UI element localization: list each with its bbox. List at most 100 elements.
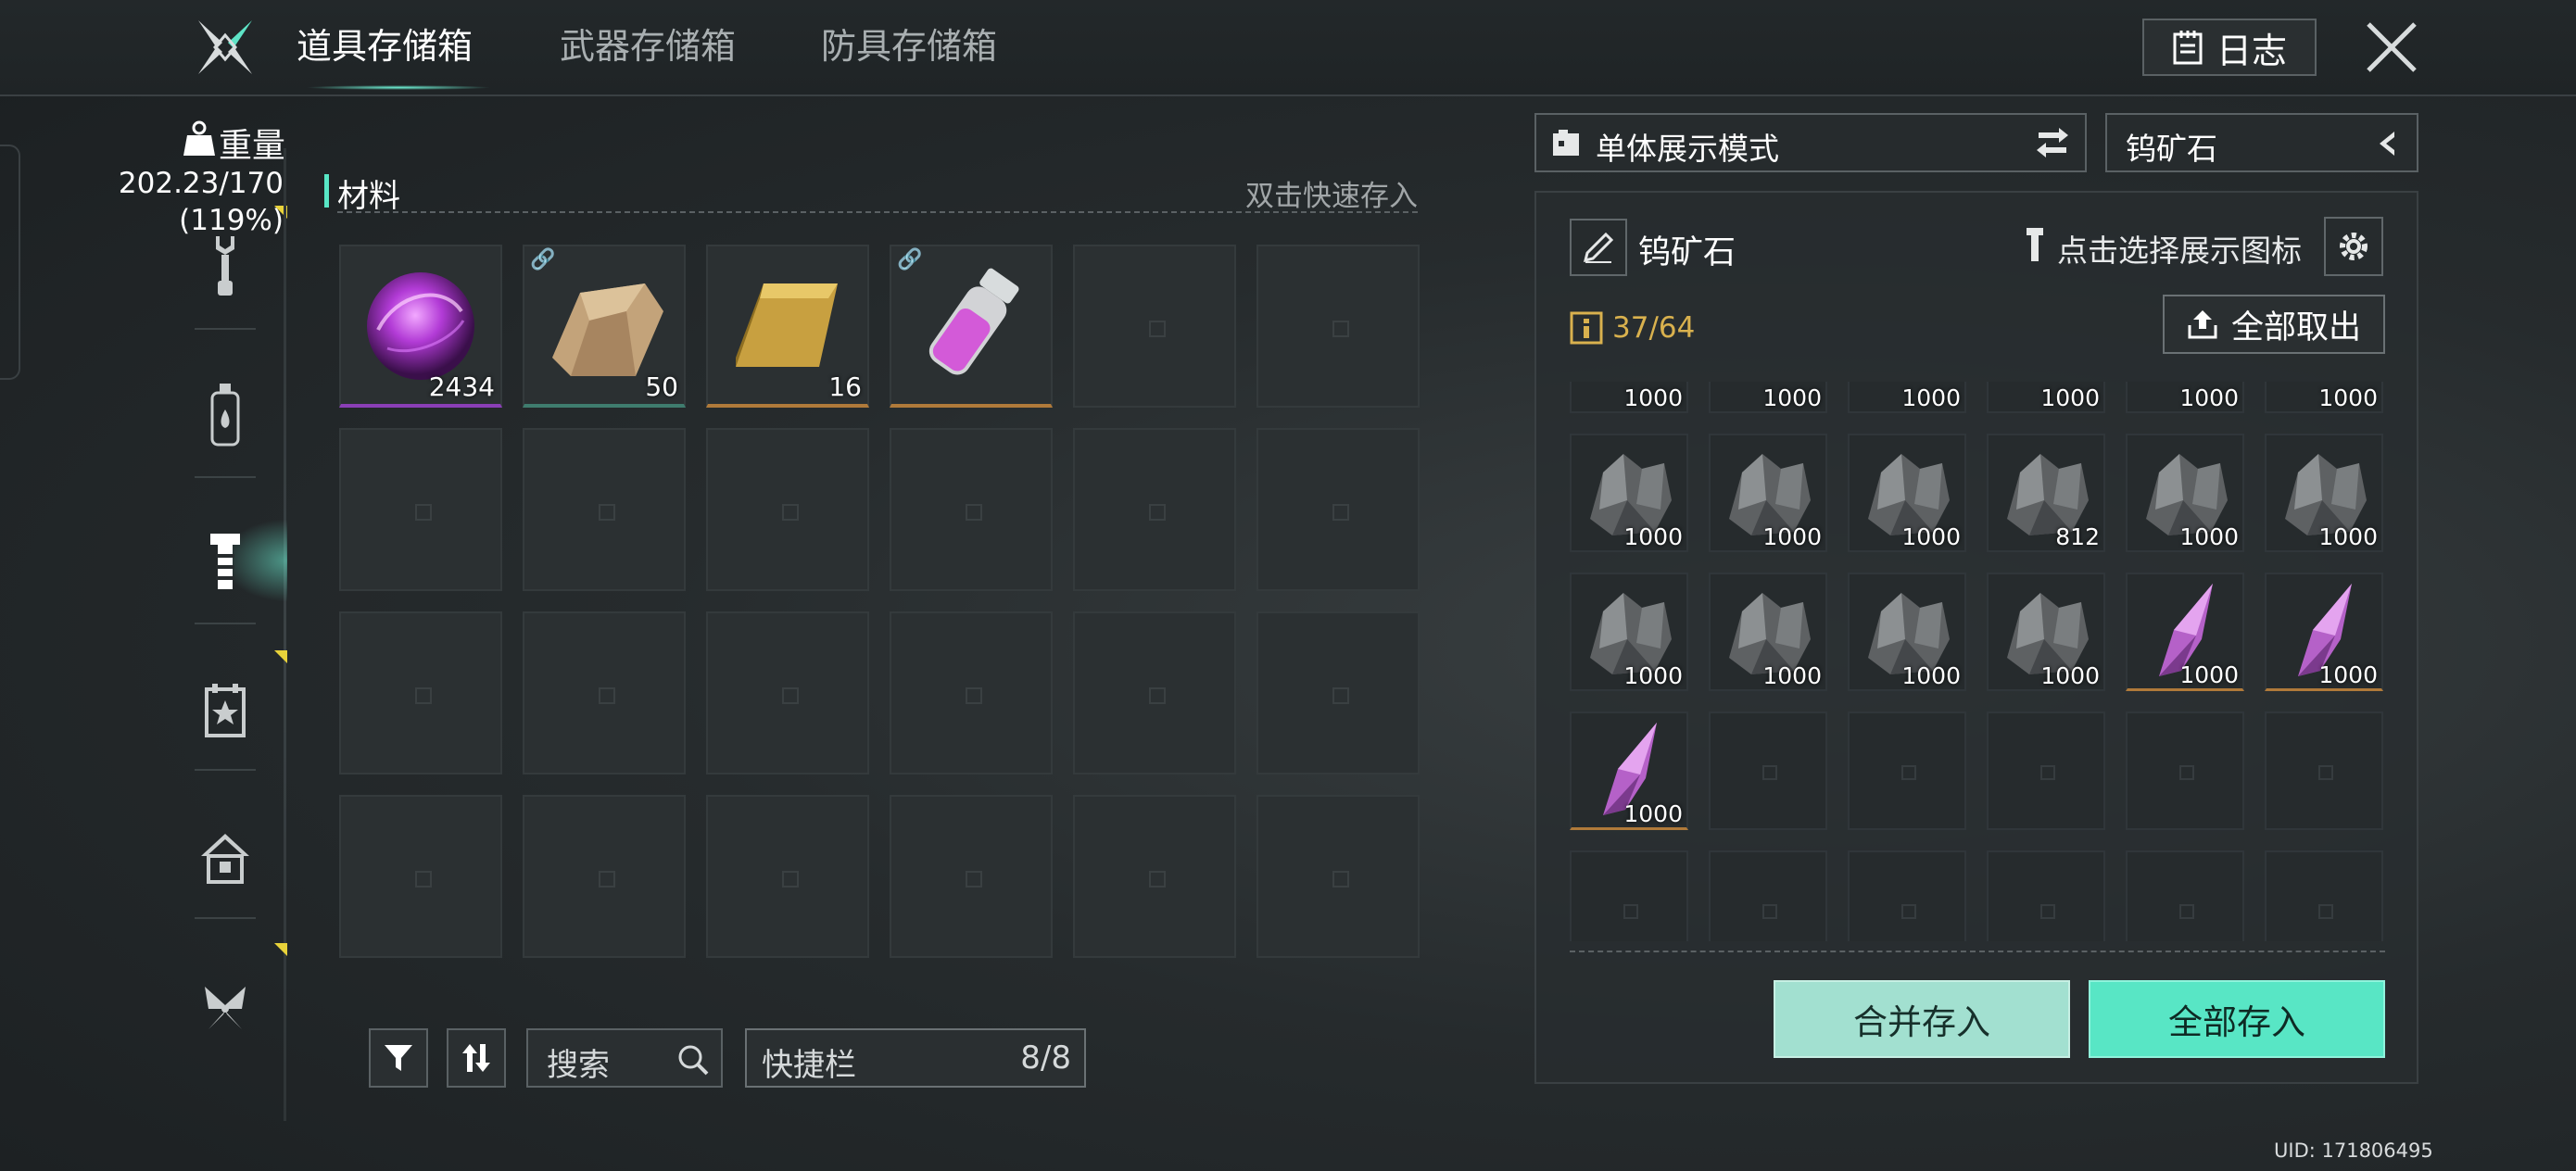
close-icon[interactable] — [2361, 17, 2422, 78]
merge-store-button[interactable]: 合并存入 — [1774, 980, 2070, 1058]
empty-slot[interactable] — [523, 611, 686, 774]
tab-item-storage[interactable]: 道具存储箱 — [297, 20, 473, 76]
storage-slot[interactable]: 1000 — [1570, 711, 1688, 830]
storage-slot[interactable]: 1000 — [1987, 382, 2105, 413]
item-filter-value: 钨矿石 — [2126, 131, 2217, 167]
item-quantity: 1000 — [1623, 800, 1683, 827]
store-all-button[interactable]: 全部存入 — [2089, 980, 2385, 1058]
tab-armor-storage[interactable]: 防具存储箱 — [821, 20, 997, 76]
bottle-icon — [210, 384, 240, 447]
inventory-slot[interactable]: 2434 — [339, 245, 502, 408]
item-quantity: 812 — [2055, 523, 2100, 550]
item-quantity: 50 — [645, 371, 678, 402]
display-mode-toggle[interactable]: 单体展示模式 — [1534, 113, 2087, 172]
scrolled-row — [1570, 850, 2385, 941]
inventory-slot[interactable]: 16 — [706, 245, 869, 408]
empty-slot[interactable] — [1987, 850, 2105, 941]
sidebar-item-consumables[interactable] — [185, 374, 265, 454]
empty-slot[interactable] — [339, 428, 502, 591]
inventory-slot[interactable]: 🔗 50 — [523, 245, 686, 408]
empty-slot[interactable] — [523, 795, 686, 958]
empty-slot[interactable] — [1256, 795, 1420, 958]
empty-slot[interactable] — [2265, 850, 2383, 941]
empty-slot[interactable] — [706, 795, 869, 958]
empty-slot[interactable] — [1848, 711, 1966, 830]
detail-divider — [1570, 951, 2385, 952]
item-quantity: 1000 — [2040, 662, 2100, 689]
search-input[interactable]: 搜索 — [526, 1028, 723, 1088]
item-quantity: 1000 — [1623, 523, 1683, 550]
storage-slot[interactable]: 812 — [1987, 434, 2105, 552]
empty-slot[interactable] — [339, 795, 502, 958]
storage-slot[interactable]: 1000 — [2265, 573, 2383, 691]
empty-slot[interactable] — [890, 428, 1053, 591]
quickbar-selector[interactable]: 快捷栏 8/8 — [745, 1028, 1086, 1088]
link-icon: 🔗 — [897, 248, 923, 271]
empty-slot[interactable] — [1256, 428, 1420, 591]
empty-slot[interactable] — [2126, 711, 2244, 830]
settings-button[interactable] — [2324, 217, 2383, 276]
empty-slot[interactable] — [706, 428, 869, 591]
empty-slot[interactable] — [523, 428, 686, 591]
empty-slot[interactable] — [706, 611, 869, 774]
sidebar-item-tools[interactable] — [185, 226, 265, 306]
item-filter-select[interactable]: 钨矿石 — [2105, 113, 2418, 172]
empty-slot[interactable] — [1073, 795, 1236, 958]
side-drawer-handle[interactable] — [0, 145, 20, 380]
sidebar-item-events[interactable] — [185, 671, 265, 750]
storage-slot[interactable]: 1000 — [1570, 382, 1688, 413]
storage-slot[interactable]: 1000 — [1709, 434, 1827, 552]
empty-slot[interactable] — [1073, 245, 1236, 408]
log-button[interactable]: 日志 — [2142, 19, 2317, 76]
storage-slot[interactable]: 1000 — [1709, 382, 1827, 413]
choose-display-icon-hint[interactable]: 点击选择展示图标 — [2057, 226, 2302, 271]
empty-slot[interactable] — [890, 795, 1053, 958]
event-card-icon — [205, 684, 246, 737]
empty-slot[interactable] — [1987, 711, 2105, 830]
filter-button[interactable] — [369, 1028, 428, 1088]
empty-slot[interactable] — [890, 611, 1053, 774]
storage-slot[interactable]: 1000 — [2126, 382, 2244, 413]
item-quantity: 1000 — [2318, 384, 2378, 411]
sort-icon — [462, 1044, 490, 1072]
empty-slot[interactable] — [1256, 611, 1420, 774]
new-item-marker — [274, 650, 287, 663]
empty-slot[interactable] — [1073, 611, 1236, 774]
sidebar-divider — [284, 148, 286, 1121]
sidebar-item-housing[interactable] — [185, 817, 265, 897]
empty-slot[interactable] — [2126, 850, 2244, 941]
storage-slot[interactable]: 1000 — [1848, 382, 1966, 413]
storage-slot[interactable]: 1000 — [1848, 434, 1966, 552]
take-all-button[interactable]: 全部取出 — [2163, 295, 2385, 354]
section-divider — [337, 211, 1418, 213]
empty-slot[interactable] — [2265, 711, 2383, 830]
sidebar-item-emblem[interactable] — [185, 967, 265, 1047]
sort-button[interactable] — [447, 1028, 506, 1088]
empty-slot[interactable] — [1709, 850, 1827, 941]
item-quantity: 1000 — [2179, 661, 2239, 688]
storage-slot[interactable]: 1000 — [1570, 573, 1688, 691]
inventory-slot[interactable]: 🔗 — [890, 245, 1053, 408]
storage-slot[interactable]: 1000 — [2126, 434, 2244, 552]
empty-slot[interactable] — [1073, 428, 1236, 591]
storage-slot[interactable]: 1000 — [2265, 434, 2383, 552]
storage-slot[interactable]: 1000 — [1848, 573, 1966, 691]
rename-button[interactable] — [1570, 219, 1627, 276]
item-quantity: 1000 — [1901, 523, 1961, 550]
tab-weapon-storage[interactable]: 武器存储箱 — [560, 20, 736, 76]
empty-slot[interactable] — [1848, 850, 1966, 941]
empty-slot[interactable] — [1570, 850, 1688, 941]
log-label: 日志 — [2216, 30, 2287, 71]
bolt-icon — [210, 534, 240, 589]
empty-slot[interactable] — [1709, 711, 1827, 830]
storage-slot[interactable]: 1000 — [2265, 382, 2383, 413]
sidebar-item-materials[interactable] — [185, 523, 265, 602]
storage-slot[interactable]: 1000 — [2126, 573, 2244, 691]
item-quantity: 16 — [828, 371, 862, 402]
empty-slot[interactable] — [339, 611, 502, 774]
storage-slot[interactable]: 1000 — [1570, 434, 1688, 552]
item-quantity: 1000 — [1623, 384, 1683, 411]
storage-slot[interactable]: 1000 — [1709, 573, 1827, 691]
empty-slot[interactable] — [1256, 245, 1420, 408]
storage-slot[interactable]: 1000 — [1987, 573, 2105, 691]
